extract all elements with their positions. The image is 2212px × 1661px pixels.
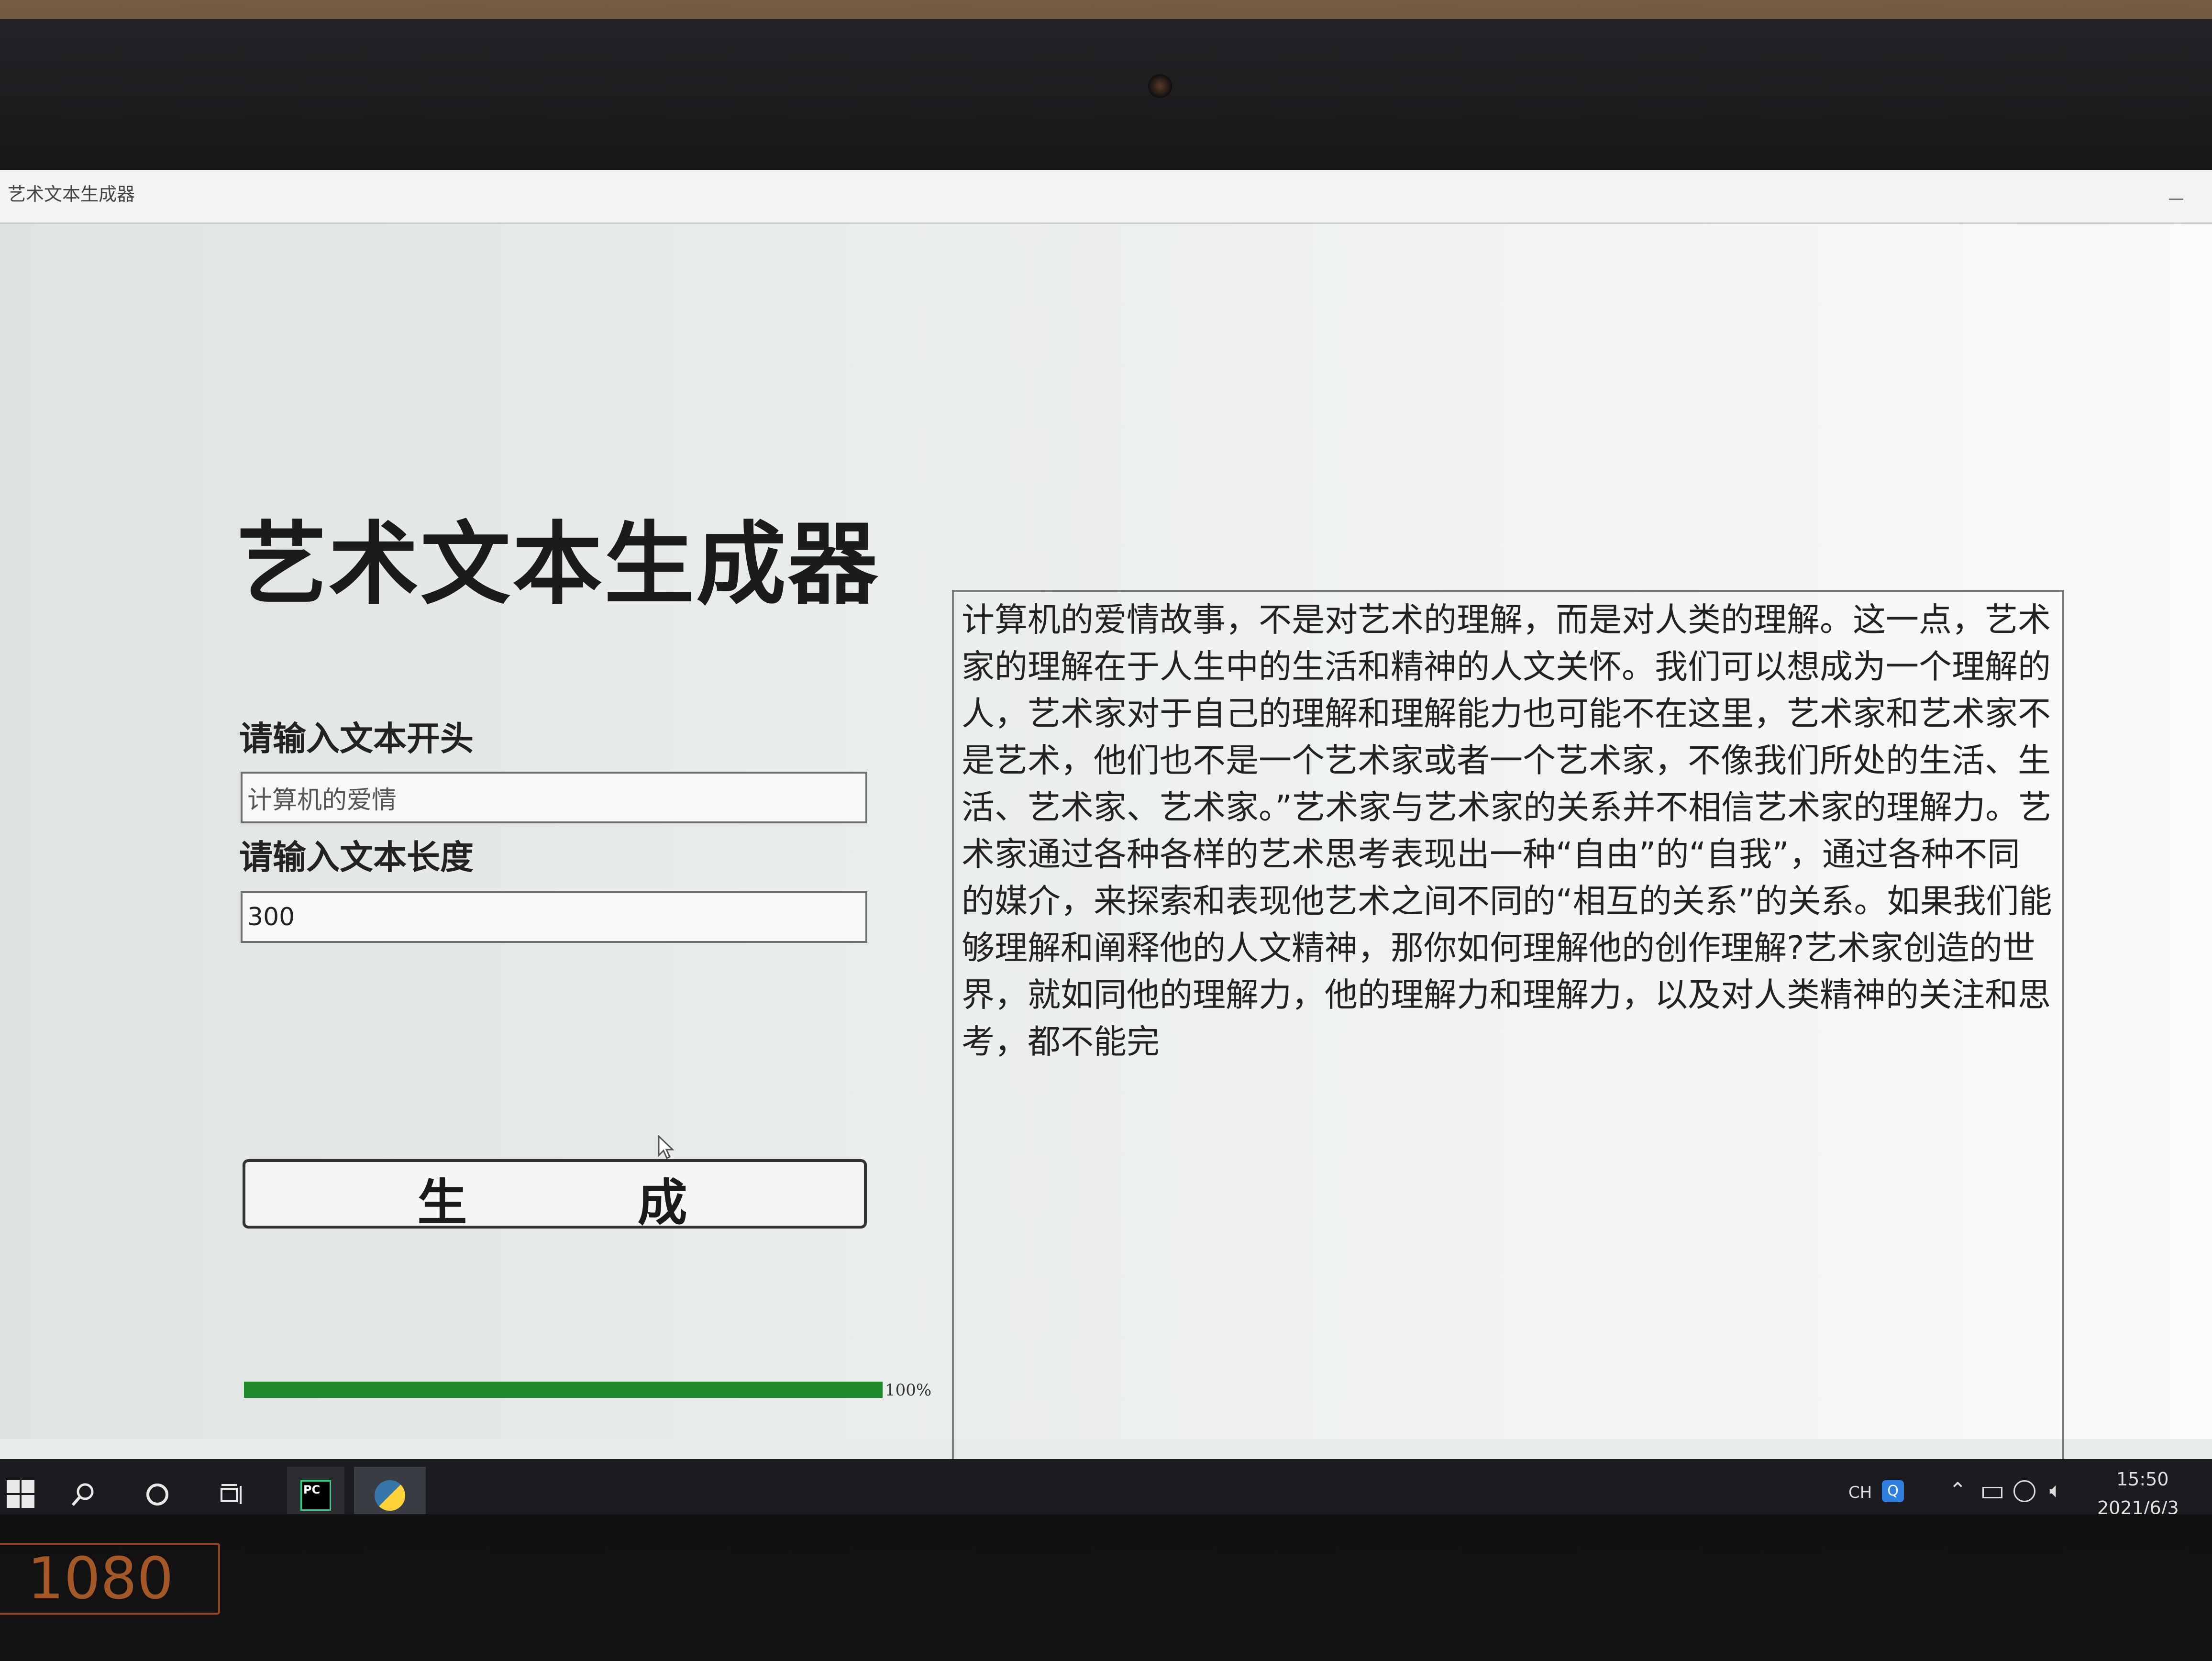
python-app-taskbar-button[interactable] bbox=[354, 1467, 426, 1514]
chevron-up-icon[interactable]: ⌃ bbox=[1949, 1478, 1967, 1503]
start-text-input[interactable] bbox=[241, 772, 867, 823]
windows-start-icon[interactable] bbox=[0, 1473, 42, 1514]
cortana-icon[interactable] bbox=[136, 1473, 178, 1514]
progress-fill bbox=[244, 1382, 883, 1398]
webcam-icon bbox=[1148, 74, 1172, 98]
length-label: 请输入文本长度 bbox=[239, 838, 474, 877]
progress-percent-label: 100% bbox=[885, 1381, 932, 1400]
page-title: 艺术文本生成器 bbox=[237, 512, 880, 617]
generate-button[interactable]: 生 成 bbox=[243, 1159, 867, 1232]
search-icon[interactable] bbox=[62, 1473, 104, 1514]
bezel-edge bbox=[0, 0, 2212, 19]
resolution-sticker: 1080 bbox=[0, 1543, 220, 1615]
length-input[interactable] bbox=[241, 891, 867, 943]
python-icon bbox=[375, 1480, 405, 1511]
taskbar: PC CH Q ⌃ 🔈︎ 15:50 2021/6/3 bbox=[0, 1459, 2212, 1514]
system-tray: CH Q ⌃ 🔈︎ 15:50 2021/6/3 bbox=[1848, 1459, 2212, 1514]
start-text-label: 请输入文本开头 bbox=[239, 719, 474, 758]
battery-icon[interactable] bbox=[1982, 1487, 2002, 1498]
pycharm-taskbar-button[interactable]: PC bbox=[287, 1467, 344, 1514]
minimize-icon[interactable] bbox=[2169, 199, 2183, 200]
task-view-icon[interactable] bbox=[212, 1473, 254, 1514]
volume-icon[interactable]: 🔈︎ bbox=[2049, 1478, 2062, 1503]
pycharm-icon: PC bbox=[300, 1480, 331, 1511]
window-titlebar[interactable]: 艺术文本生成器 bbox=[0, 170, 2212, 224]
input-method-label[interactable]: CH bbox=[1848, 1483, 1872, 1502]
window-title: 艺术文本生成器 bbox=[8, 184, 135, 205]
app-window: 艺术文本生成器 请输入文本开头 请输入文本长度 生 成 100% 计算机的爱情故… bbox=[0, 224, 2212, 1514]
clock-date[interactable]: 2021/6/3 bbox=[2097, 1497, 2179, 1514]
network-icon[interactable] bbox=[2013, 1480, 2035, 1502]
clock-time[interactable]: 15:50 bbox=[2116, 1469, 2169, 1490]
mouse-cursor-icon bbox=[658, 1135, 674, 1160]
generated-text: 计算机的爱情故事，不是对艺术的理解，而是对人类的理解。这一点，艺术家的理解在于人… bbox=[962, 601, 2052, 1061]
progress-bar bbox=[244, 1382, 883, 1398]
screen: 艺术文本生成器 艺术文本生成器 请输入文本开头 请输入文本长度 生 成 100%… bbox=[0, 170, 2212, 1514]
output-textarea[interactable]: 计算机的爱情故事，不是对艺术的理解，而是对人类的理解。这一点，艺术家的理解在于人… bbox=[952, 590, 2064, 1514]
ime-icon[interactable]: Q bbox=[1882, 1480, 1904, 1502]
